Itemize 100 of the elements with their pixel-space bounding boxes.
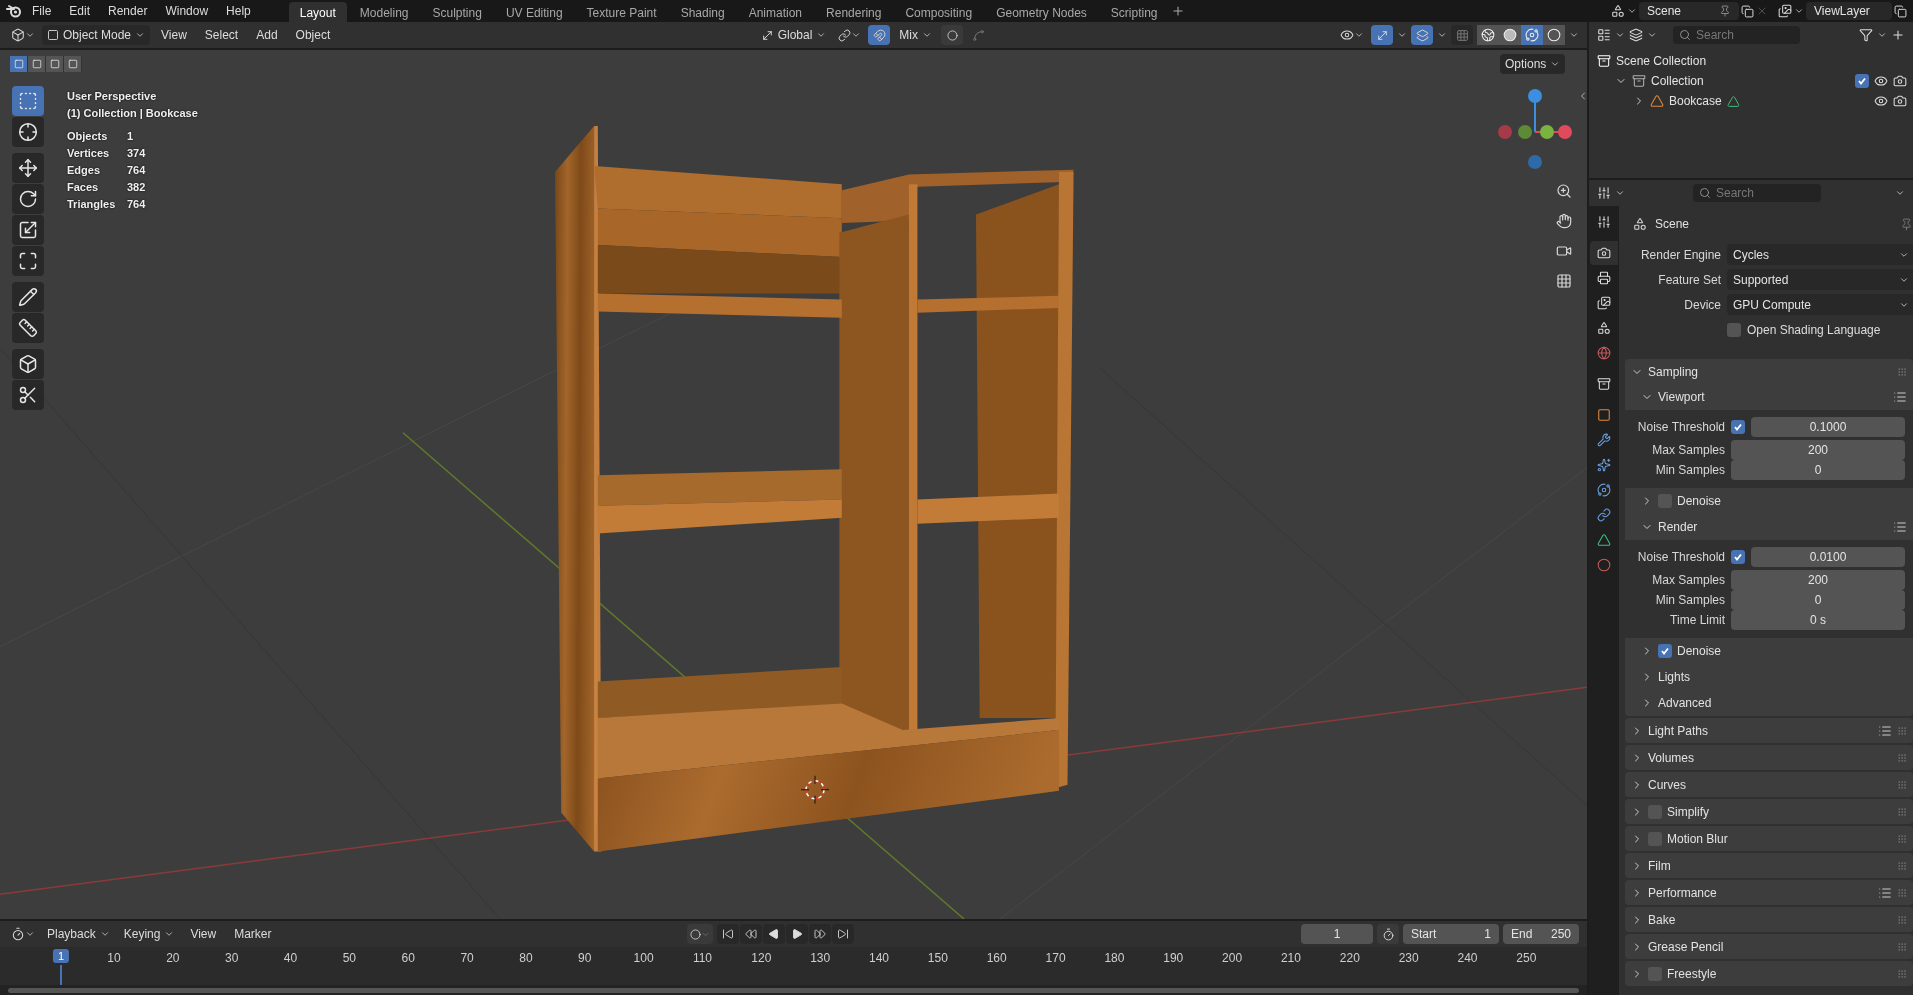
drag-handle-icon[interactable]: [1897, 968, 1907, 979]
eye-icon[interactable]: [1874, 94, 1888, 108]
chevron-down-icon[interactable]: [1647, 30, 1657, 40]
select-mode-button[interactable]: [46, 56, 64, 72]
number-field[interactable]: 0.0100: [1751, 547, 1905, 567]
play-button[interactable]: [785, 924, 808, 944]
checkbox[interactable]: [1731, 420, 1745, 434]
start-frame-field[interactable]: Start 1: [1403, 924, 1499, 944]
workspace-tab[interactable]: Sculpting: [421, 2, 493, 22]
chevron-down-icon[interactable]: [1627, 6, 1637, 16]
panel-title[interactable]: Bake: [1648, 912, 1676, 927]
menu-dropdown[interactable]: Playback: [42, 924, 115, 944]
add-workspace-icon[interactable]: [1170, 4, 1185, 18]
panel-title[interactable]: Grease Pencil: [1648, 939, 1724, 954]
snap-target-dropdown[interactable]: Mix: [894, 25, 937, 45]
menu-item[interactable]: Help: [218, 1, 259, 21]
view-layer-field[interactable]: ViewLayer: [1806, 2, 1892, 20]
tool-button[interactable]: [12, 153, 44, 183]
drag-handle-icon[interactable]: [1897, 914, 1907, 925]
number-field[interactable]: 0 s: [1731, 610, 1905, 630]
workspace-tab[interactable]: Layout: [288, 2, 347, 22]
tool-button[interactable]: [12, 380, 44, 410]
number-field[interactable]: 200: [1731, 440, 1905, 460]
menu-item[interactable]: Window: [157, 1, 217, 21]
filter-icon[interactable]: [1859, 28, 1873, 42]
preview-range-toggle[interactable]: [1377, 924, 1399, 944]
new-collection-icon[interactable]: [1891, 28, 1905, 42]
dropdown[interactable]: Cycles: [1727, 244, 1913, 265]
play-reverse-button[interactable]: [762, 924, 785, 944]
dropdown[interactable]: Supported: [1727, 269, 1913, 290]
presets-icon[interactable]: [1878, 885, 1892, 900]
tree-item[interactable]: Collection: [1651, 74, 1704, 88]
tree-item[interactable]: Scene Collection: [1616, 54, 1707, 68]
number-field[interactable]: 0: [1731, 460, 1905, 480]
panel-title[interactable]: Freestyle: [1667, 966, 1717, 981]
tree-item[interactable]: Bookcase: [1669, 94, 1722, 108]
checkbox[interactable]: [1731, 550, 1745, 564]
layers-icon[interactable]: [1629, 28, 1643, 42]
app-logo-icon[interactable]: [6, 4, 22, 18]
menu-item[interactable]: View: [154, 25, 194, 45]
select-mode-button[interactable]: [28, 56, 46, 72]
tool-button[interactable]: [12, 184, 44, 214]
mode-dropdown[interactable]: Object Mode: [42, 25, 151, 45]
editor-type-icon[interactable]: [1597, 186, 1611, 200]
playhead[interactable]: 1: [52, 949, 70, 963]
panel-title[interactable]: Motion Blur: [1667, 831, 1728, 846]
select-mode-button[interactable]: [10, 56, 28, 72]
number-field[interactable]: 0.1000: [1751, 417, 1905, 437]
menu-item[interactable]: Add: [249, 25, 285, 45]
end-frame-field[interactable]: End 250: [1503, 924, 1579, 944]
orientation-dropdown[interactable]: Global: [755, 25, 832, 45]
tool-button[interactable]: [12, 215, 44, 245]
display-mode-icon[interactable]: [1597, 28, 1611, 42]
menu-dropdown[interactable]: Keying: [118, 924, 180, 944]
camera-icon[interactable]: [1893, 94, 1907, 108]
copy-icon[interactable]: [1741, 4, 1754, 18]
number-field[interactable]: 200: [1731, 570, 1905, 590]
panel-title[interactable]: Curves: [1648, 777, 1686, 792]
menu-item[interactable]: Marker: [227, 924, 279, 944]
checkbox[interactable]: [1855, 74, 1869, 88]
presets-icon[interactable]: [1878, 723, 1892, 738]
drag-handle-icon[interactable]: [1897, 752, 1907, 763]
checkbox[interactable]: [1658, 644, 1672, 658]
workspace-tab[interactable]: Rendering: [815, 2, 893, 22]
chevron-down-icon[interactable]: [1895, 188, 1905, 198]
search-field[interactable]: Search: [1693, 184, 1821, 202]
previous-key-button[interactable]: [739, 924, 762, 944]
panel-title[interactable]: Simplify: [1667, 804, 1709, 819]
presets-icon[interactable]: [1893, 520, 1907, 534]
drag-handle-icon[interactable]: [1897, 833, 1907, 844]
panel-title[interactable]: Sampling: [1648, 364, 1699, 379]
menu-item[interactable]: Render: [100, 1, 156, 21]
workspace-tab[interactable]: Geometry Nodes: [985, 2, 1098, 22]
number-field[interactable]: 0: [1731, 590, 1905, 610]
proportional-toggle[interactable]: [941, 25, 963, 45]
eye-icon[interactable]: [1874, 74, 1888, 88]
menu-item[interactable]: Edit: [61, 1, 99, 21]
panel-title[interactable]: Denoise: [1677, 644, 1722, 658]
chevron-down-icon[interactable]: [1794, 6, 1804, 16]
drag-handle-icon[interactable]: [1897, 860, 1907, 871]
drag-handle-icon[interactable]: [1897, 366, 1907, 377]
chevron-down-icon[interactable]: [1397, 30, 1407, 40]
shading-button[interactable]: [1499, 25, 1521, 45]
workspace-tab[interactable]: Animation: [737, 2, 814, 22]
panel-title[interactable]: Viewport: [1658, 390, 1705, 404]
menu-item[interactable]: File: [24, 1, 60, 21]
scene-field[interactable]: Scene: [1639, 2, 1739, 20]
menu-item[interactable]: Select: [197, 25, 246, 45]
tool-button[interactable]: [12, 282, 44, 312]
chevron-down-icon[interactable]: [1615, 188, 1625, 198]
shading-button[interactable]: [1477, 25, 1499, 45]
chevron-down-icon[interactable]: [1877, 30, 1887, 40]
workspace-tab[interactable]: Compositing: [894, 2, 984, 22]
panel-title[interactable]: Film: [1648, 858, 1671, 873]
select-mode-button[interactable]: [64, 56, 82, 72]
shading-button[interactable]: [1543, 25, 1565, 45]
dropdown[interactable]: GPU Compute: [1727, 294, 1913, 315]
overlay-toggle[interactable]: [1411, 25, 1433, 45]
presets-icon[interactable]: [1893, 390, 1907, 404]
menu-item[interactable]: View: [183, 924, 224, 944]
